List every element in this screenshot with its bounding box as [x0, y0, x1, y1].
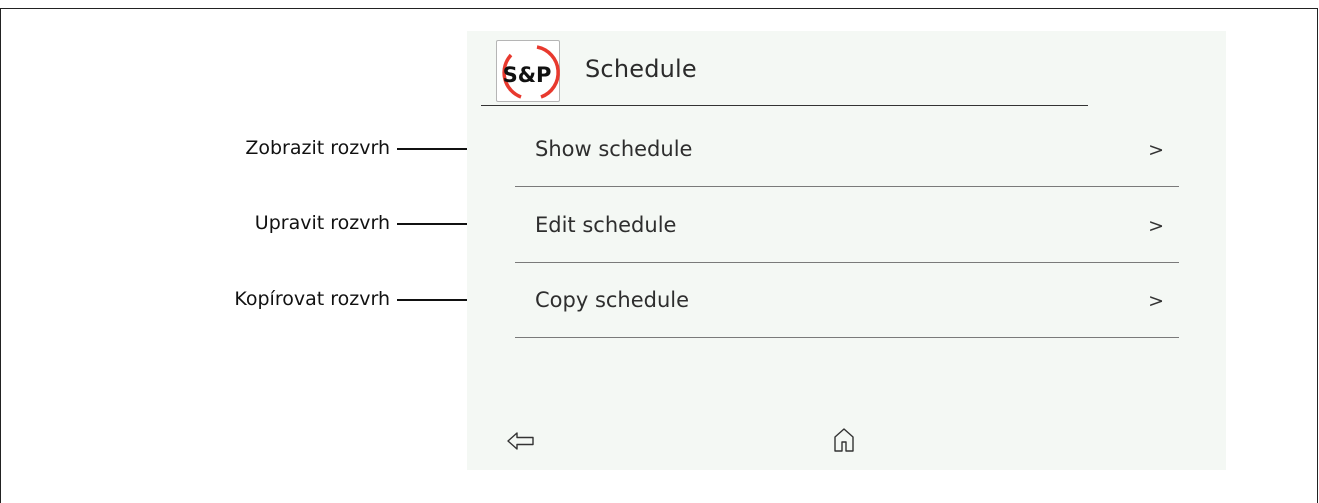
logo-text: S&P: [503, 63, 552, 87]
menu-item-label: Copy schedule: [535, 288, 690, 312]
annotation-edit-schedule: Upravit rozvrh: [254, 212, 390, 234]
menu-item-copy-schedule[interactable]: Copy schedule >: [515, 263, 1179, 338]
chevron-right-icon: >: [1148, 215, 1164, 237]
menu-item-label: Show schedule: [535, 137, 693, 161]
page-title: Schedule: [585, 55, 697, 83]
chevron-right-icon: >: [1148, 139, 1164, 161]
back-button[interactable]: [506, 430, 536, 452]
screen-header: S&P Schedule: [481, 31, 1088, 106]
sp-logo: S&P: [496, 40, 560, 102]
menu-item-show-schedule[interactable]: Show schedule >: [515, 112, 1179, 187]
home-outline-icon: [834, 428, 854, 452]
annotation-copy-schedule: Kopírovat rozvrh: [234, 288, 390, 310]
chevron-right-icon: >: [1148, 290, 1164, 312]
home-button[interactable]: [833, 427, 855, 453]
menu-item-label: Edit schedule: [535, 213, 677, 237]
arrow-left-outline-icon: [507, 432, 534, 450]
sp-logo-icon: S&P: [502, 45, 560, 99]
device-screen: S&P Schedule Show schedule > Edit schedu…: [467, 31, 1226, 470]
annotation-show-schedule: Zobrazit rozvrh: [245, 137, 390, 159]
menu-item-edit-schedule[interactable]: Edit schedule >: [515, 188, 1179, 263]
